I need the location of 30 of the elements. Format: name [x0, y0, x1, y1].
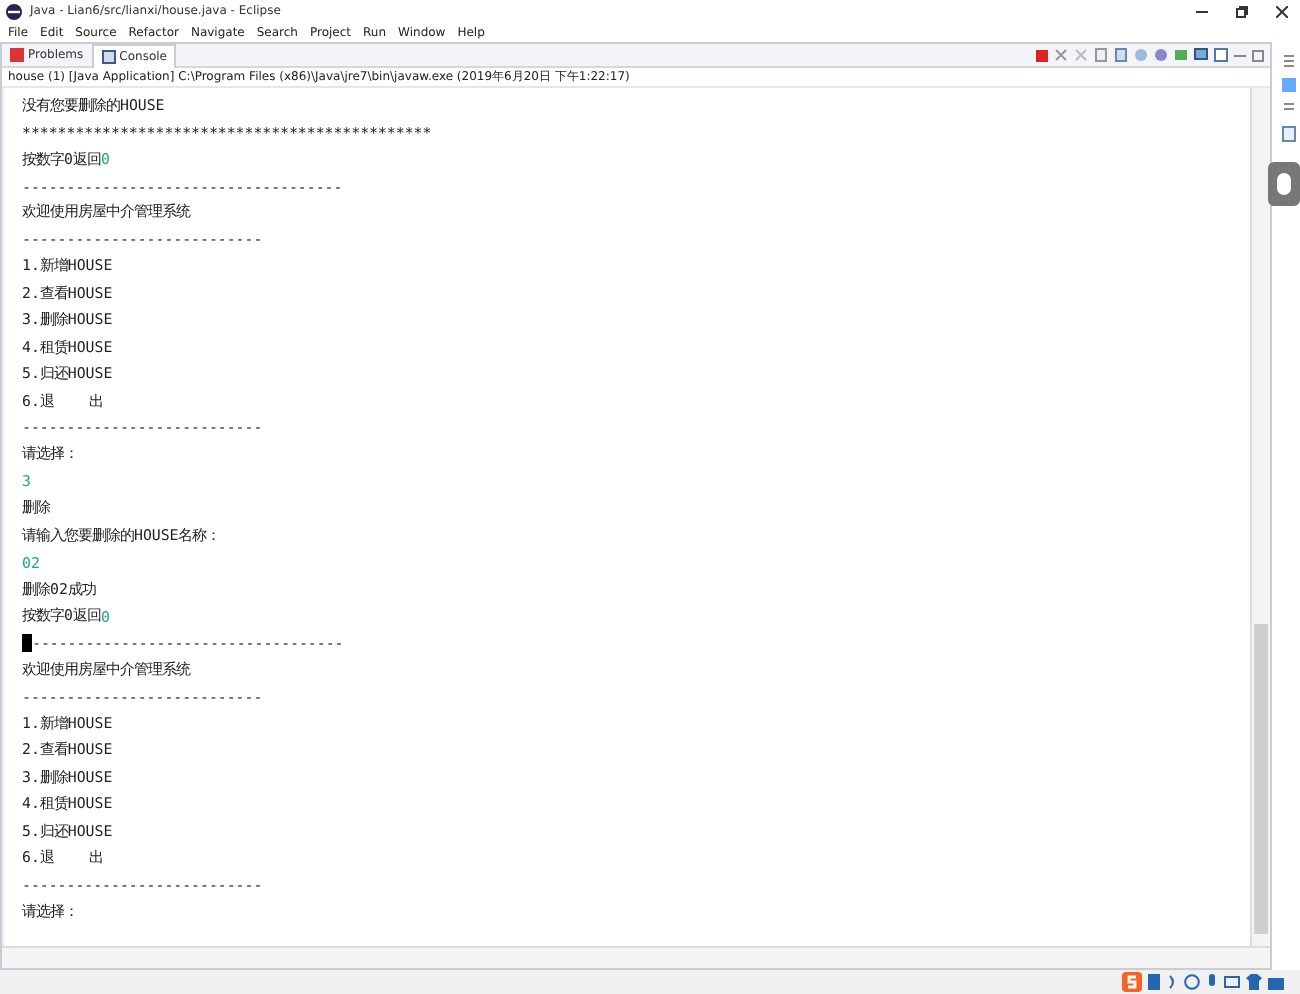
minimize-icon[interactable]	[1196, 5, 1208, 17]
scroll-thumb[interactable]	[1254, 624, 1268, 934]
display-icon[interactable]	[1154, 48, 1168, 62]
vertical-scrollbar[interactable]	[1250, 88, 1270, 946]
microphone-icon[interactable]	[1206, 974, 1218, 990]
remove-all-icon[interactable]	[1074, 48, 1088, 62]
emoji-icon[interactable]	[1184, 974, 1200, 990]
minimize-view-icon[interactable]	[1234, 49, 1246, 61]
mouse-widget[interactable]	[1268, 162, 1300, 206]
horizontal-scrollbar[interactable]	[2, 946, 1270, 968]
console-icon	[101, 49, 116, 63]
shirt-icon[interactable]	[1246, 974, 1262, 990]
scroll-lock-icon[interactable]	[1114, 48, 1128, 62]
maximize-view-icon[interactable]	[1252, 49, 1264, 61]
clear-console-icon[interactable]	[1094, 48, 1108, 62]
window-icon[interactable]	[1214, 48, 1228, 62]
remove-launch-icon[interactable]	[1054, 48, 1068, 62]
problems-icon	[10, 48, 24, 62]
terminate-icon[interactable]	[1036, 49, 1048, 61]
task-icon[interactable]	[1281, 78, 1295, 92]
ime-logo-icon[interactable]	[1122, 972, 1142, 992]
monitor-icon[interactable]	[1194, 48, 1208, 62]
close-icon[interactable]	[1276, 5, 1288, 17]
moon-icon[interactable]	[1166, 974, 1178, 990]
open-console-icon[interactable]	[1174, 48, 1188, 62]
outline-icon[interactable]	[1281, 54, 1295, 68]
restore-icon[interactable]	[1236, 5, 1248, 17]
mouse-icon	[1276, 172, 1292, 196]
keyboard-icon[interactable]	[1224, 974, 1240, 990]
document-icon[interactable]	[1281, 126, 1295, 142]
